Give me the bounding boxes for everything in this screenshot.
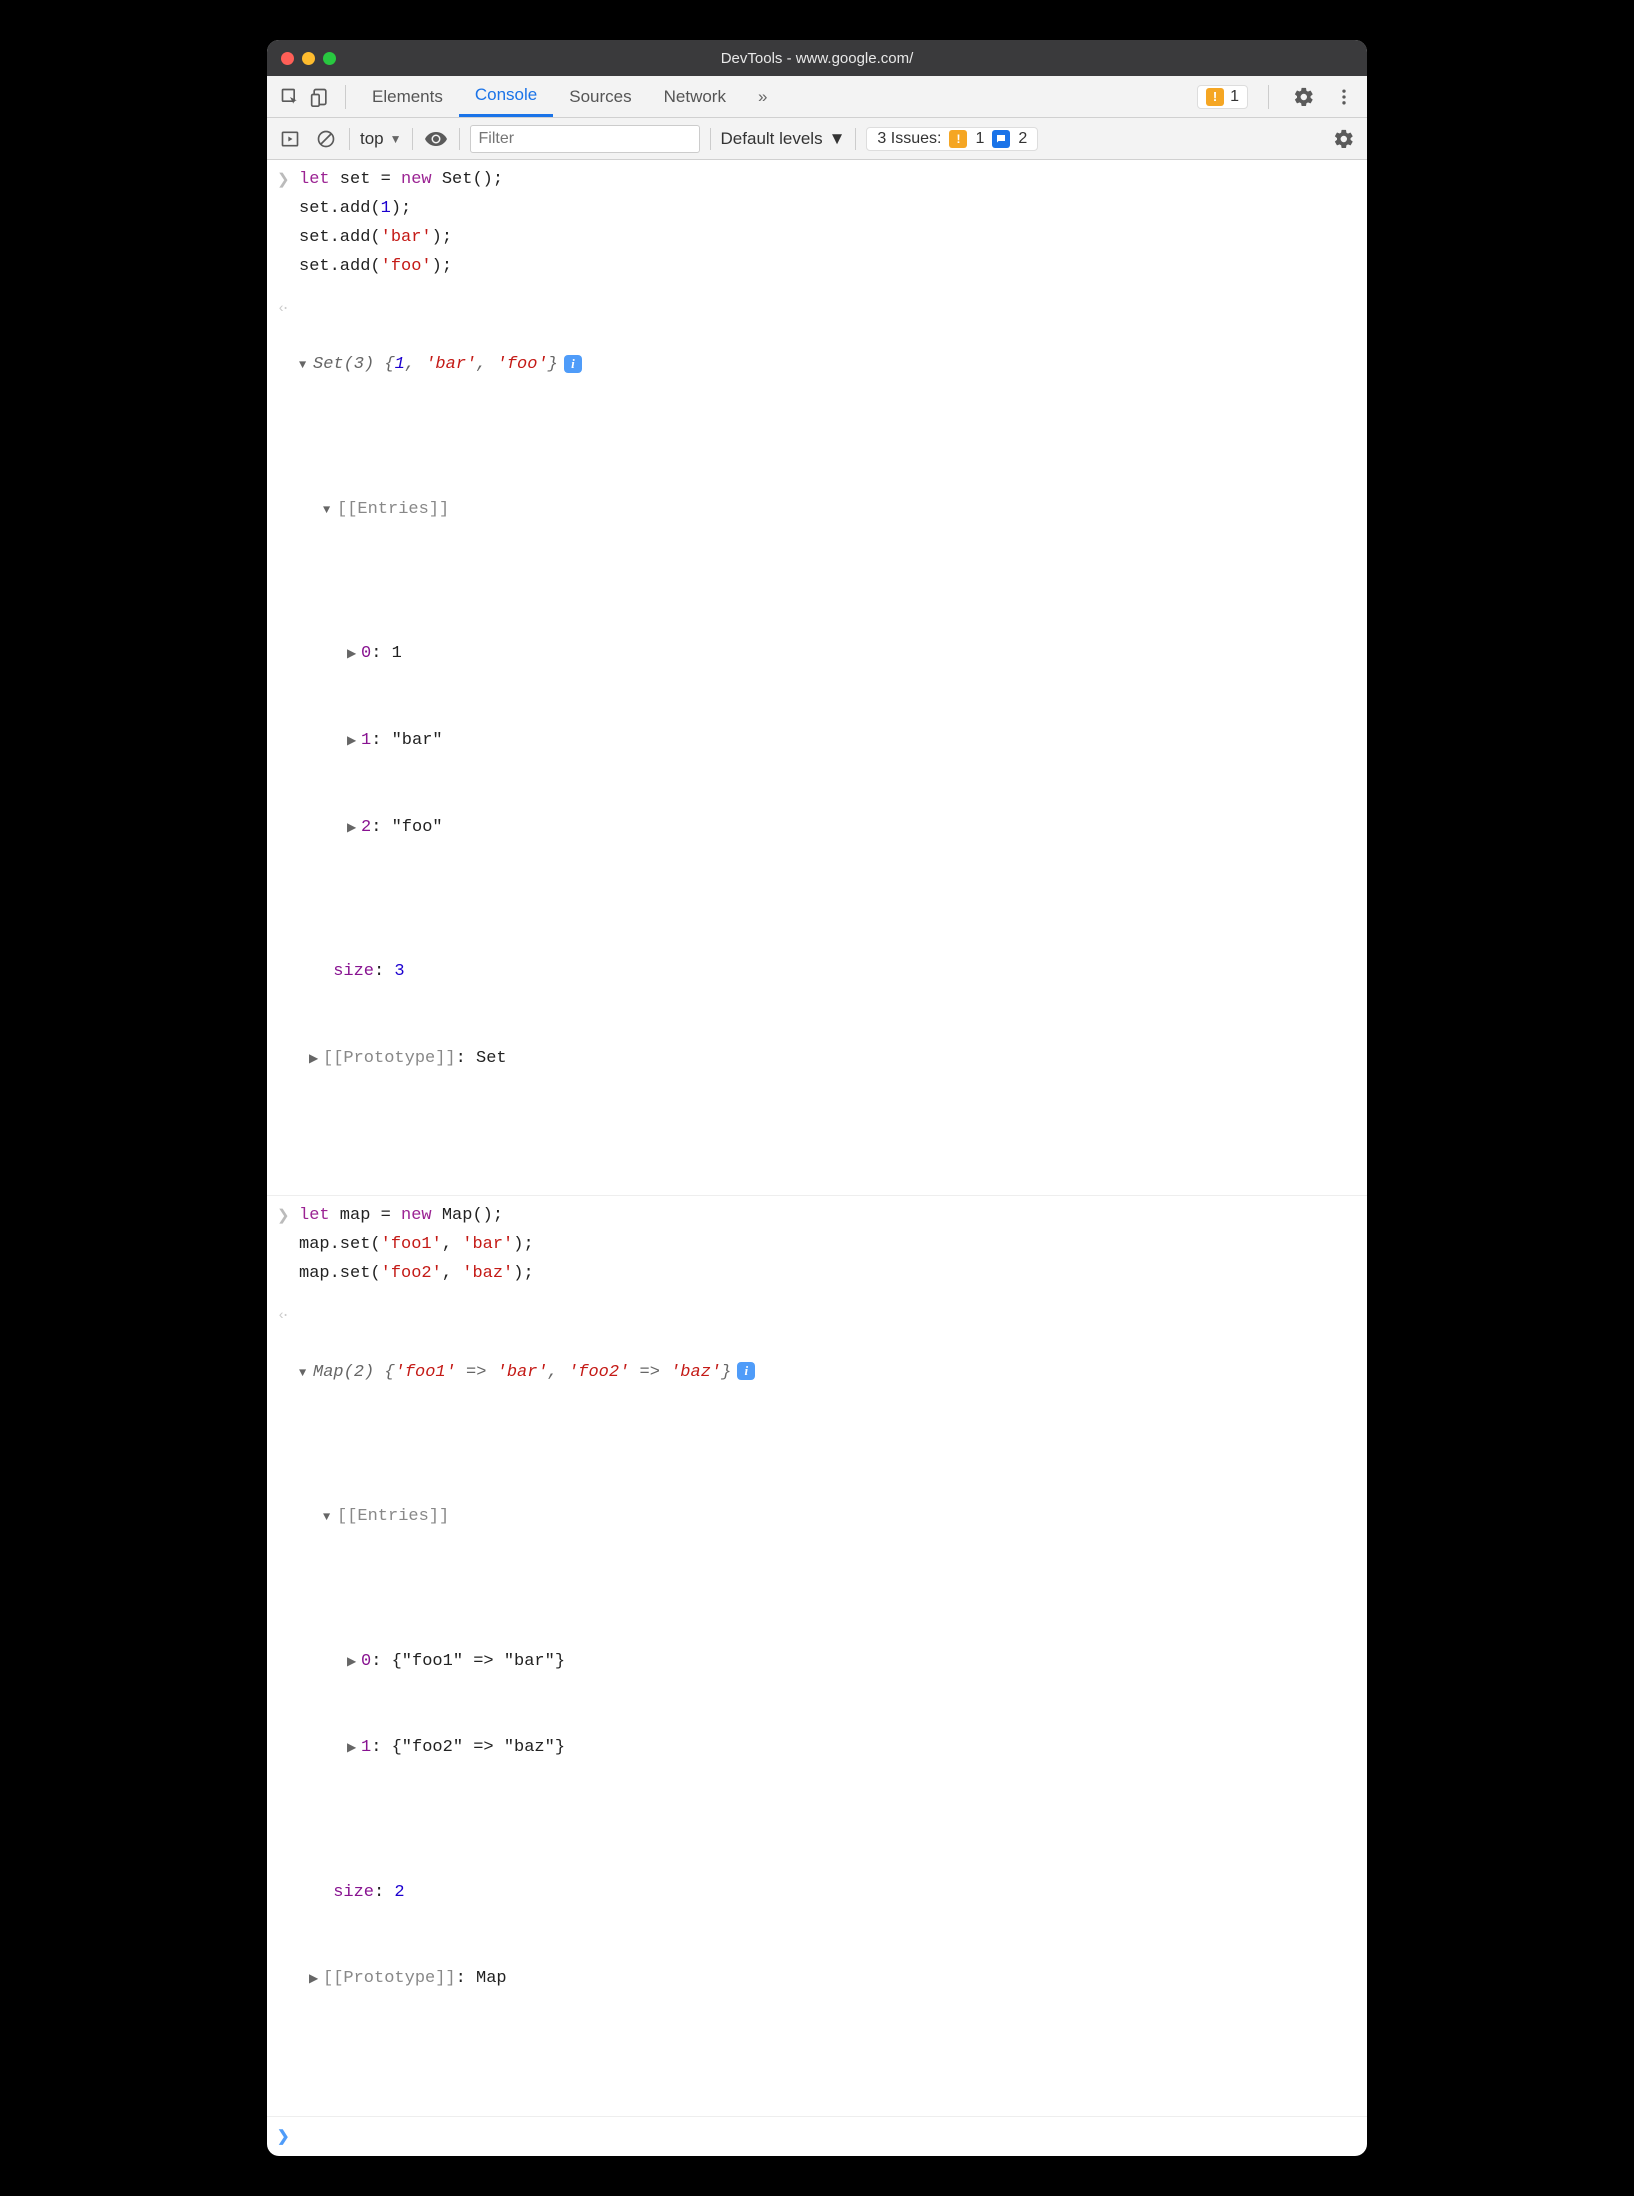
tab-more[interactable]: » xyxy=(742,76,783,117)
object-summary[interactable]: ▼Map(2) {'foo1' => 'bar', 'foo2' => 'baz… xyxy=(299,1359,1357,1388)
object-summary[interactable]: ▼Set(3) {1, 'bar', 'foo'}i xyxy=(299,351,1357,380)
context-label: top xyxy=(360,129,384,149)
console-output-row: ▼Set(3) {1, 'bar', 'foo'}i ▼[[Entries]] … xyxy=(267,288,1367,1197)
chevron-right-icon[interactable]: ▶ xyxy=(347,818,361,838)
size-row: size: 2 xyxy=(323,1879,1357,1908)
chevron-right-icon[interactable]: ▶ xyxy=(347,1738,361,1758)
more-options-icon[interactable] xyxy=(1329,82,1359,112)
divider xyxy=(349,128,350,150)
filter-input[interactable] xyxy=(470,125,700,153)
divider xyxy=(1268,85,1269,109)
warning-icon: ! xyxy=(949,130,967,148)
prototype-node[interactable]: ▶[[Prototype]]: Set xyxy=(309,1045,1357,1074)
tab-network[interactable]: Network xyxy=(648,76,742,117)
issues-warn-count: 1 xyxy=(975,130,984,148)
warning-icon: ! xyxy=(1206,88,1224,106)
window-controls xyxy=(281,52,336,65)
entries-node[interactable]: ▼[[Entries]] xyxy=(323,496,1357,525)
entry-row[interactable]: ▶2: "foo" xyxy=(347,814,1357,843)
entry-row[interactable]: ▶1: {"foo2" => "baz"} xyxy=(347,1734,1357,1763)
chevron-down-icon[interactable]: ▼ xyxy=(299,355,313,375)
tab-elements[interactable]: Elements xyxy=(356,76,459,117)
inspect-element-icon[interactable] xyxy=(275,82,305,112)
zoom-window-button[interactable] xyxy=(323,52,336,65)
log-levels-selector[interactable]: Default levels ▼ xyxy=(721,129,846,149)
panel-tabs: Elements Console Sources Network » xyxy=(356,76,783,117)
divider xyxy=(459,128,460,150)
device-toolbar-icon[interactable] xyxy=(305,82,335,112)
live-expression-icon[interactable] xyxy=(423,126,449,152)
chevron-right-icon[interactable]: ▶ xyxy=(347,1652,361,1672)
minimize-window-button[interactable] xyxy=(302,52,315,65)
divider xyxy=(345,85,346,109)
settings-icon[interactable] xyxy=(1289,82,1319,112)
tab-console[interactable]: Console xyxy=(459,76,553,117)
window-title: DevTools - www.google.com/ xyxy=(267,50,1367,67)
entry-row[interactable]: ▶1: "bar" xyxy=(347,727,1357,756)
chevron-down-icon[interactable]: ▼ xyxy=(299,1363,313,1383)
entry-row[interactable]: ▶0: {"foo1" => "bar"} xyxy=(347,1648,1357,1677)
divider xyxy=(855,128,856,150)
chevron-right-icon[interactable]: ▶ xyxy=(309,1969,323,1989)
console-input-row[interactable]: let map = new Map(); map.set('foo1', 'ba… xyxy=(267,1196,1367,1295)
code-block: let set = new Set(); set.add(1); set.add… xyxy=(299,166,1357,282)
console-input-row[interactable]: let set = new Set(); set.add(1); set.add… xyxy=(267,160,1367,288)
console-settings-icon[interactable] xyxy=(1331,126,1357,152)
console-output-row: ▼Map(2) {'foo1' => 'bar', 'foo2' => 'baz… xyxy=(267,1295,1367,2117)
info-icon xyxy=(992,130,1010,148)
chevron-down-icon[interactable]: ▼ xyxy=(323,1507,337,1527)
prompt-icon xyxy=(277,2123,299,2151)
tab-sources[interactable]: Sources xyxy=(553,76,647,117)
info-icon[interactable]: i xyxy=(564,355,582,373)
close-window-button[interactable] xyxy=(281,52,294,65)
chevron-down-icon[interactable]: ▼ xyxy=(323,500,337,520)
clear-console-icon[interactable] xyxy=(313,126,339,152)
object-view: ▼Map(2) {'foo1' => 'bar', 'foo2' => 'baz… xyxy=(299,1301,1357,2110)
warnings-badge[interactable]: ! 1 xyxy=(1197,85,1248,109)
console-prompt[interactable] xyxy=(267,2117,1367,2157)
chevron-right-icon[interactable]: ▶ xyxy=(347,644,361,664)
titlebar: DevTools - www.google.com/ xyxy=(267,40,1367,76)
chevron-right-icon[interactable]: ▶ xyxy=(309,1049,323,1069)
input-marker-icon xyxy=(277,166,299,194)
object-view: ▼Set(3) {1, 'bar', 'foo'}i ▼[[Entries]] … xyxy=(299,294,1357,1190)
execution-context-selector[interactable]: top ▼ xyxy=(360,129,402,149)
chevron-right-icon[interactable]: ▶ xyxy=(347,731,361,751)
devtools-window: DevTools - www.google.com/ Elements Cons… xyxy=(267,40,1367,2156)
console-output: let set = new Set(); set.add(1); set.add… xyxy=(267,160,1367,2156)
divider xyxy=(412,128,413,150)
divider xyxy=(710,128,711,150)
dropdown-icon: ▼ xyxy=(390,132,402,146)
output-marker-icon xyxy=(277,294,299,322)
issues-info-count: 2 xyxy=(1018,130,1027,148)
levels-label: Default levels xyxy=(721,129,823,149)
warning-count: 1 xyxy=(1230,88,1239,106)
output-marker-icon xyxy=(277,1301,299,1329)
toggle-sidebar-icon[interactable] xyxy=(277,126,303,152)
info-icon[interactable]: i xyxy=(737,1362,755,1380)
input-marker-icon xyxy=(277,1202,299,1230)
dropdown-icon: ▼ xyxy=(829,129,846,149)
issues-label: 3 Issues: xyxy=(877,130,941,148)
prototype-node[interactable]: ▶[[Prototype]]: Map xyxy=(309,1965,1357,1994)
entry-row[interactable]: ▶0: 1 xyxy=(347,640,1357,669)
main-tabbar: Elements Console Sources Network » ! 1 xyxy=(267,76,1367,118)
entries-node[interactable]: ▼[[Entries]] xyxy=(323,1503,1357,1532)
console-toolbar: top ▼ Default levels ▼ 3 Issues: ! 1 2 xyxy=(267,118,1367,160)
issues-button[interactable]: 3 Issues: ! 1 2 xyxy=(866,127,1038,151)
code-block: let map = new Map(); map.set('foo1', 'ba… xyxy=(299,1202,1357,1289)
size-row: size: 3 xyxy=(323,958,1357,987)
